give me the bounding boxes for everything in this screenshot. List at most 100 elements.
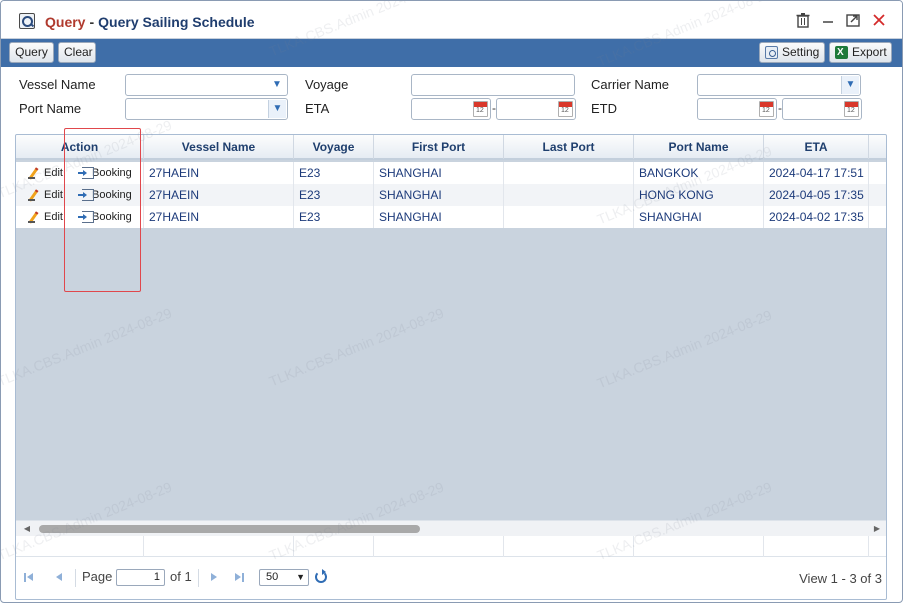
pencil-icon [28, 167, 39, 179]
first-page-icon[interactable] [22, 571, 36, 585]
booking-action[interactable]: Booking [78, 206, 132, 228]
voyage-cell: E23 [294, 162, 374, 184]
etd-label: ETD [591, 101, 617, 116]
page-number-input[interactable]: 1 [116, 569, 165, 586]
voyage-input[interactable] [412, 75, 574, 95]
carrier-name-select[interactable]: ▼ [697, 74, 861, 96]
calendar-icon[interactable] [473, 101, 488, 117]
column-header-eta[interactable]: ETA [764, 135, 869, 159]
horizontal-scrollbar[interactable]: ◀ ▶ [16, 520, 886, 536]
footer-cell [504, 536, 634, 557]
port-name-cell: BANGKOK [634, 162, 764, 184]
voyage-label: Voyage [305, 77, 349, 92]
eta-from-field[interactable] [411, 98, 491, 120]
booking-action[interactable]: Booking [78, 162, 132, 184]
action-cell: Edit Booking [16, 206, 144, 228]
vessel-name-select[interactable]: ▼ [125, 74, 288, 96]
vessel-name-input[interactable] [126, 75, 287, 95]
port-name-select[interactable]: ▼ [125, 98, 288, 120]
footer-cell [374, 536, 504, 557]
next-page-icon[interactable] [207, 571, 221, 585]
footer-cell [634, 536, 764, 557]
pencil-icon [28, 189, 39, 201]
edit-label: Edit [44, 211, 63, 223]
last-port-cell [504, 184, 634, 206]
eta-label: ETA [305, 101, 330, 116]
window-title: Query - Query Sailing Schedule [45, 14, 255, 30]
chevron-down-icon[interactable]: ▼ [841, 76, 859, 94]
last-port-cell [504, 162, 634, 184]
booking-action[interactable]: Booking [78, 184, 132, 206]
trash-icon[interactable] [794, 12, 812, 30]
eta-to-field[interactable] [496, 98, 576, 120]
pager: Page 1 of 1 50 ▼ View 1 - 3 of 3 [16, 557, 886, 599]
port-name-label: Port Name [19, 101, 82, 116]
port-name-cell: SHANGHAI [634, 206, 764, 228]
close-icon[interactable] [870, 12, 888, 30]
chevron-down-icon: ▼ [296, 572, 305, 582]
vessel-cell: 27HAEIN [144, 162, 294, 184]
title-separator: - [89, 14, 95, 30]
edit-action[interactable]: Edit [28, 162, 63, 184]
column-header-vessel-name[interactable]: Vessel Name [144, 135, 294, 159]
action-cell: Edit Booking [16, 162, 144, 184]
first-port-cell: SHANGHAI [374, 162, 504, 184]
action-cell: Edit Booking [16, 184, 144, 206]
login-icon [78, 167, 94, 179]
clear-button[interactable]: Clear [58, 42, 96, 63]
login-icon [78, 189, 94, 201]
scroll-right-icon[interactable]: ▶ [872, 523, 882, 535]
chevron-down-icon[interactable]: ▼ [268, 76, 286, 94]
scroll-left-icon[interactable]: ◀ [22, 523, 32, 535]
table-row[interactable]: Edit Booking 27HAEIN E23 SHANGHAI HONG K… [16, 184, 886, 206]
edit-action[interactable]: Edit [28, 206, 63, 228]
table-row[interactable]: Edit Booking 27HAEIN E23 SHANGHAI SHANGH… [16, 206, 886, 228]
schedule-grid: Action Vessel Name Voyage First Port Las… [15, 134, 887, 600]
first-port-cell: SHANGHAI [374, 184, 504, 206]
refresh-icon[interactable] [315, 569, 327, 583]
calendar-icon[interactable] [844, 101, 859, 117]
minimize-icon[interactable] [819, 12, 837, 30]
export-label: Export [852, 45, 887, 59]
column-header-first-port[interactable]: First Port [374, 135, 504, 159]
calendar-icon[interactable] [759, 101, 774, 117]
carrier-name-label: Carrier Name [591, 77, 670, 92]
first-port-cell: SHANGHAI [374, 206, 504, 228]
column-header-last-port[interactable]: Last Port [504, 135, 634, 159]
edit-action[interactable]: Edit [28, 184, 63, 206]
column-header-action[interactable]: Action [16, 135, 144, 159]
edit-label: Edit [44, 167, 63, 179]
title-bar: Query - Query Sailing Schedule [1, 1, 902, 39]
column-header-voyage[interactable]: Voyage [294, 135, 374, 159]
table-row[interactable]: Edit Booking 27HAEIN E23 SHANGHAI BANGKO… [16, 162, 886, 184]
footer-cell [16, 536, 144, 557]
export-button[interactable]: Export [829, 42, 892, 63]
chevron-down-icon[interactable]: ▼ [268, 100, 286, 118]
page-label: Page [82, 569, 113, 584]
scrollbar-thumb[interactable] [39, 525, 420, 533]
query-button[interactable]: Query [9, 42, 54, 63]
query-window: Query - Query Sailing Schedule Query Clear… [0, 0, 903, 603]
voyage-field[interactable] [411, 74, 575, 96]
pager-divider [198, 569, 199, 587]
search-window-icon [19, 13, 35, 29]
port-name-input[interactable] [126, 99, 287, 119]
voyage-cell: E23 [294, 206, 374, 228]
etd-to-field[interactable] [782, 98, 862, 120]
title-module: Query [45, 14, 86, 30]
last-page-icon[interactable] [232, 571, 246, 585]
calendar-icon[interactable] [558, 101, 573, 117]
booking-label: Booking [92, 211, 132, 223]
page-size-select[interactable]: 50 ▼ [259, 569, 309, 586]
prev-page-icon[interactable] [52, 571, 66, 585]
column-header-port-name[interactable]: Port Name [634, 135, 764, 159]
vessel-cell: 27HAEIN [144, 206, 294, 228]
vessel-name-label: Vessel Name [19, 77, 96, 92]
edit-label: Edit [44, 189, 63, 201]
record-count-text: View 1 - 3 of 3 [799, 571, 882, 586]
etd-from-field[interactable] [697, 98, 777, 120]
voyage-cell: E23 [294, 184, 374, 206]
carrier-name-input[interactable] [698, 75, 860, 95]
setting-button[interactable]: Setting [759, 42, 825, 63]
maximize-icon[interactable] [844, 12, 862, 30]
